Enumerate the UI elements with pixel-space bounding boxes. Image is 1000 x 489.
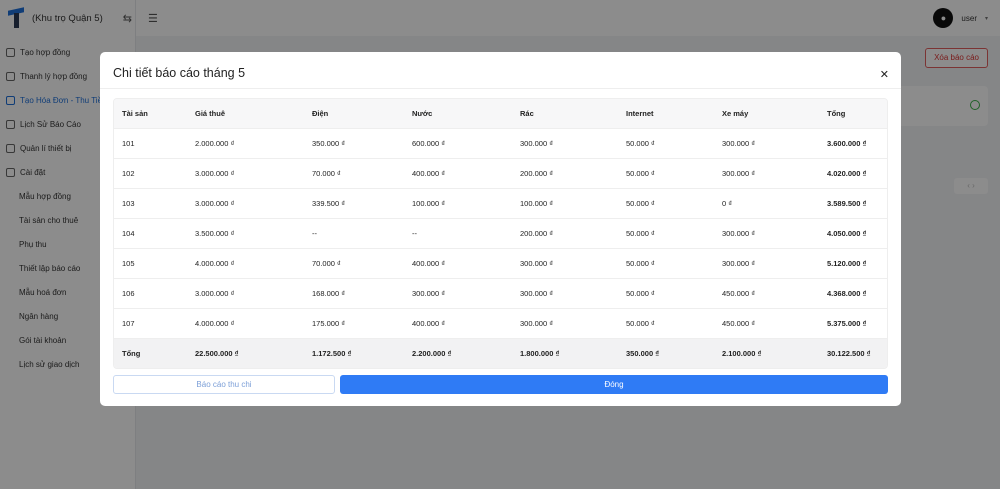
table-cell: 4.050.000 ₫ [819,217,887,248]
total-row: Tổng 22.500.000 ₫ 1.172.500 ₫ 2.200.000 ₫ 1.… [114,337,887,368]
table-cell: 50.000 ₫ [618,217,714,248]
table-cell: 200.000 ₫ [512,157,618,188]
table-cell: 300.000 ₫ [714,217,819,248]
total-cell: Tổng [114,337,187,368]
table-cell: 50.000 ₫ [618,157,714,188]
table-header: Tài sản Giá thuê Điện Nước Rác Internet Xe máy… [114,99,887,128]
column-header: Rác [512,99,618,128]
table-cell: 450.000 ₫ [714,277,819,308]
table-cell: 100.000 ₫ [512,187,618,218]
table-cell: 106 [114,277,187,308]
table-cell: 5.375.000 ₫ [819,307,887,338]
table-cell: 5.120.000 ₫ [819,247,887,278]
table-cell: 300.000 ₫ [404,277,512,308]
column-header: Giá thuê [187,99,304,128]
table-cell: 101 [114,127,187,158]
report-detail-modal: Chi tiết báo cáo tháng 5 ✕ Tài sản Giá th… [100,52,901,406]
table-cell: 200.000 ₫ [512,217,618,248]
divider [100,88,901,89]
total-cell: 30.122.500 ₫ [819,337,887,368]
column-header: Tổng [819,99,887,128]
table-cell: -- [304,217,404,248]
column-header: Internet [618,99,714,128]
table-cell: 300.000 ₫ [714,157,819,188]
table-cell: 4.000.000 ₫ [187,247,304,278]
total-cell: 2.100.000 ₫ [714,337,819,368]
report-table: Tài sản Giá thuê Điện Nước Rác Internet Xe máy… [113,98,888,369]
table-cell: 102 [114,157,187,188]
table-cell: 4.368.000 ₫ [819,277,887,308]
table-row: 103 3.000.000 ₫ 339.500 ₫ 100.000 ₫ 100.000 … [114,187,887,218]
table-cell: 4.020.000 ₫ [819,157,887,188]
table-cell: 175.000 ₫ [304,307,404,338]
table-cell: 105 [114,247,187,278]
table-cell: 3.500.000 ₫ [187,217,304,248]
total-cell: 1.800.000 ₫ [512,337,618,368]
column-header: Điện [304,99,404,128]
table-cell: 50.000 ₫ [618,187,714,218]
table-row: 105 4.000.000 ₫ 70.000 ₫ 400.000 ₫ 300.000 ₫… [114,247,887,278]
table-cell: 3.589.500 ₫ [819,187,887,218]
column-header: Nước [404,99,512,128]
table-cell: 300.000 ₫ [512,247,618,278]
table-cell: 168.000 ₫ [304,277,404,308]
table-cell: 450.000 ₫ [714,307,819,338]
table-row: 102 3.000.000 ₫ 70.000 ₫ 400.000 ₫ 200.000 ₫… [114,157,887,188]
table-cell: 3.600.000 ₫ [819,127,887,158]
table-cell: 400.000 ₫ [404,247,512,278]
table-cell: 3.000.000 ₫ [187,277,304,308]
table-cell: 300.000 ₫ [714,127,819,158]
table-cell: 300.000 ₫ [512,127,618,158]
table-body: 101 2.000.000 ₫ 350.000 ₫ 600.000 ₫ 300.000 … [114,127,887,368]
table-cell: 300.000 ₫ [512,277,618,308]
table-cell: 300.000 ₫ [714,247,819,278]
table-cell: 50.000 ₫ [618,127,714,158]
table-cell: 350.000 ₫ [304,127,404,158]
table-cell: 300.000 ₫ [512,307,618,338]
table-cell: 3.000.000 ₫ [187,187,304,218]
table-cell: 70.000 ₫ [304,157,404,188]
total-cell: 22.500.000 ₫ [187,337,304,368]
table-cell: 70.000 ₫ [304,247,404,278]
table-cell: -- [404,217,512,248]
table-cell: 100.000 ₫ [404,187,512,218]
table-row: 106 3.000.000 ₫ 168.000 ₫ 300.000 ₫ 300.000 … [114,277,887,308]
total-cell: 2.200.000 ₫ [404,337,512,368]
table-cell: 600.000 ₫ [404,127,512,158]
table-row: 101 2.000.000 ₫ 350.000 ₫ 600.000 ₫ 300.000 … [114,127,887,158]
table-cell: 0 ₫ [714,187,819,218]
table-cell: 104 [114,217,187,248]
table-cell: 3.000.000 ₫ [187,157,304,188]
column-header: Xe máy [714,99,819,128]
total-cell: 1.172.500 ₫ [304,337,404,368]
table-cell: 107 [114,307,187,338]
table-cell: 50.000 ₫ [618,277,714,308]
table-cell: 103 [114,187,187,218]
column-header: Tài sản [114,99,187,128]
table-cell: 50.000 ₫ [618,247,714,278]
total-cell: 350.000 ₫ [618,337,714,368]
table-cell: 400.000 ₫ [404,307,512,338]
table-cell: 2.000.000 ₫ [187,127,304,158]
table-row: 107 4.000.000 ₫ 175.000 ₫ 400.000 ₫ 300.000 … [114,307,887,338]
table-cell: 50.000 ₫ [618,307,714,338]
modal-title: Chi tiết báo cáo tháng 5 [113,66,246,80]
close-icon[interactable]: ✕ [880,68,889,81]
income-expense-report-button[interactable]: Báo cáo thu chi [113,375,335,394]
close-button[interactable]: Đóng [340,375,888,394]
table-cell: 339.500 ₫ [304,187,404,218]
table-cell: 400.000 ₫ [404,157,512,188]
table-cell: 4.000.000 ₫ [187,307,304,338]
table-row: 104 3.500.000 ₫ -- -- 200.000 ₫ 50.000 ₫ 300.0… [114,217,887,248]
